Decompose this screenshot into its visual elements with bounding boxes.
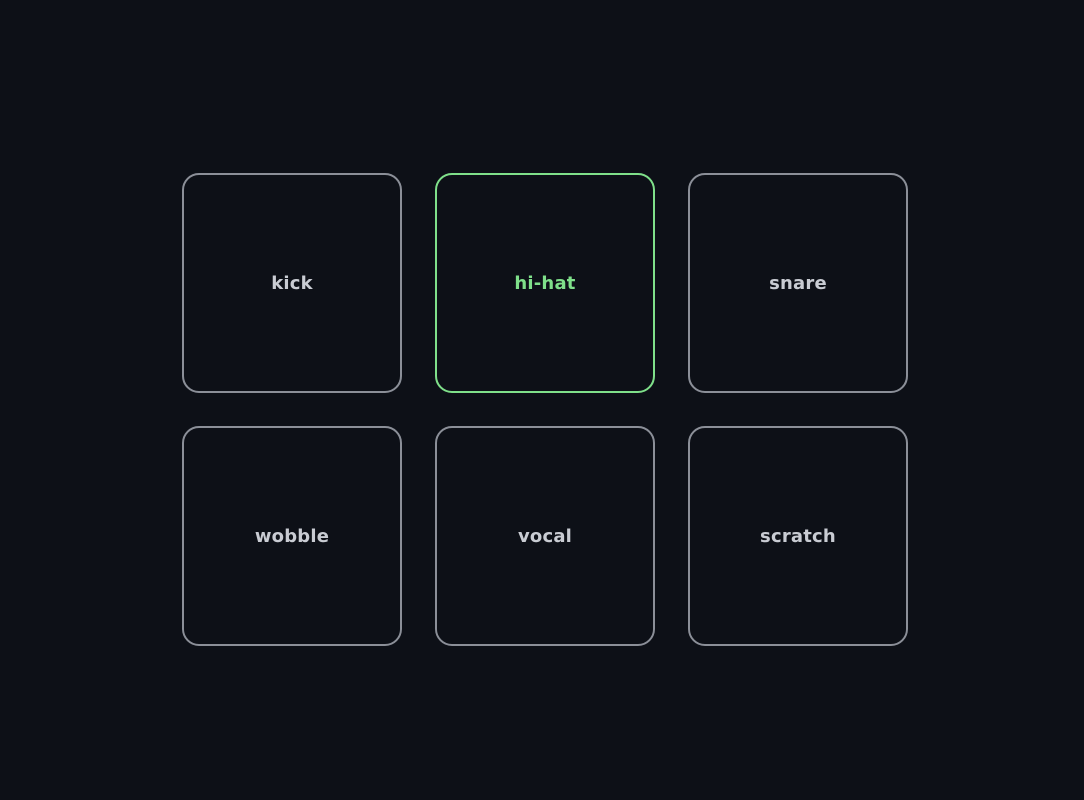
- pad-vocal[interactable]: vocal: [435, 426, 655, 646]
- pad-label: hi-hat: [514, 272, 576, 294]
- pad-label: scratch: [760, 525, 836, 547]
- pad-wobble[interactable]: wobble: [182, 426, 402, 646]
- pad-scratch[interactable]: scratch: [688, 426, 908, 646]
- pad-snare[interactable]: snare: [688, 173, 908, 393]
- pad-label: kick: [271, 272, 313, 294]
- pad-hi-hat[interactable]: hi-hat: [435, 173, 655, 393]
- pad-kick[interactable]: kick: [182, 173, 402, 393]
- pad-label: snare: [769, 272, 827, 294]
- sound-pad-grid: kick hi-hat snare wobble vocal scratch: [182, 173, 908, 646]
- pad-label: wobble: [254, 525, 330, 547]
- pad-label: vocal: [517, 525, 573, 547]
